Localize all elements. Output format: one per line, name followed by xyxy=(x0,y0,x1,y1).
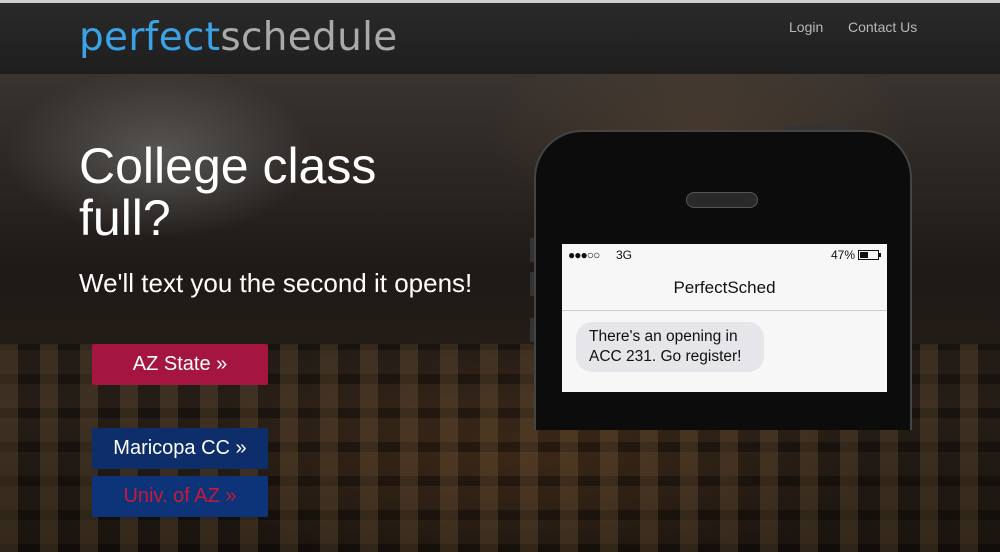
phone-illustration: ●●●○○ 3G 47% PerfectSched There's an ope… xyxy=(534,130,912,430)
hero-headline: College class full? xyxy=(79,138,377,246)
signal-strength-icon: ●●●○○ xyxy=(568,248,600,262)
login-link[interactable]: Login xyxy=(789,19,823,35)
top-navbar: perfectschedule Login Contact Us xyxy=(0,0,1000,74)
phone-side-button xyxy=(530,272,534,296)
phone-screen: ●●●○○ 3G 47% PerfectSched There's an ope… xyxy=(562,244,887,392)
maricopa-cc-button[interactable]: Maricopa CC » xyxy=(92,428,268,469)
battery-icon xyxy=(858,250,881,260)
hero-subhead: We'll text you the second it opens! xyxy=(79,268,473,298)
phone-side-button xyxy=(530,318,534,342)
message-bubble: There's an opening in ACC 231. Go regist… xyxy=(576,322,764,372)
site-logo[interactable]: perfectschedule xyxy=(79,15,398,60)
contact-us-link[interactable]: Contact Us xyxy=(848,19,917,35)
message-contact-name: PerfectSched xyxy=(562,266,887,311)
logo-text-perfect: perfect xyxy=(79,15,221,60)
phone-side-button xyxy=(530,238,534,262)
univ-of-az-button[interactable]: Univ. of AZ » xyxy=(92,476,268,517)
logo-text-schedule: schedule xyxy=(220,15,398,60)
network-type: 3G xyxy=(616,248,633,262)
az-state-button[interactable]: AZ State » xyxy=(92,344,268,385)
phone-speaker xyxy=(686,192,758,208)
battery-percent: 47% xyxy=(830,248,855,262)
phone-top-button xyxy=(786,126,848,130)
phone-status-bar: ●●●○○ 3G 47% xyxy=(562,244,887,266)
